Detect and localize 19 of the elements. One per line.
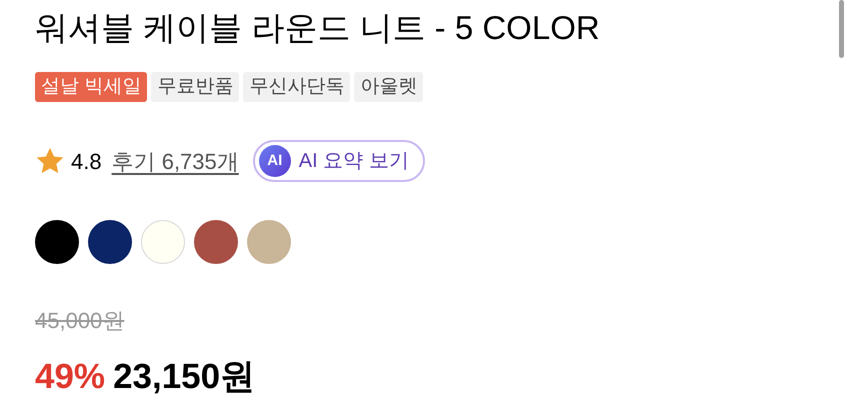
rating-score: 4.8 <box>71 148 102 176</box>
star-icon <box>35 146 65 176</box>
color-swatch[interactable] <box>141 220 185 264</box>
reviews-link[interactable]: 후기 6,735개 <box>112 144 239 178</box>
tag: 설날 빅세일 <box>35 72 148 102</box>
color-swatch[interactable] <box>194 220 238 264</box>
color-swatch[interactable] <box>88 220 132 264</box>
color-swatch[interactable] <box>35 220 79 264</box>
original-price: 45,000원 <box>35 308 124 333</box>
discount-rate: 49% <box>35 356 106 398</box>
tag: 아울렛 <box>354 72 424 102</box>
tag: 무료반품 <box>151 72 240 102</box>
tag: 무신사단독 <box>243 72 350 102</box>
ai-summary-button[interactable]: AI AI 요약 보기 <box>252 140 425 182</box>
product-title: 워셔블 케이블 라운드 니트 - 5 COLOR <box>35 8 600 48</box>
sale-price: 23,150원 <box>113 356 256 398</box>
color-swatch[interactable] <box>247 220 291 264</box>
ai-icon: AI <box>258 145 291 177</box>
scrollbar[interactable] <box>839 0 844 58</box>
